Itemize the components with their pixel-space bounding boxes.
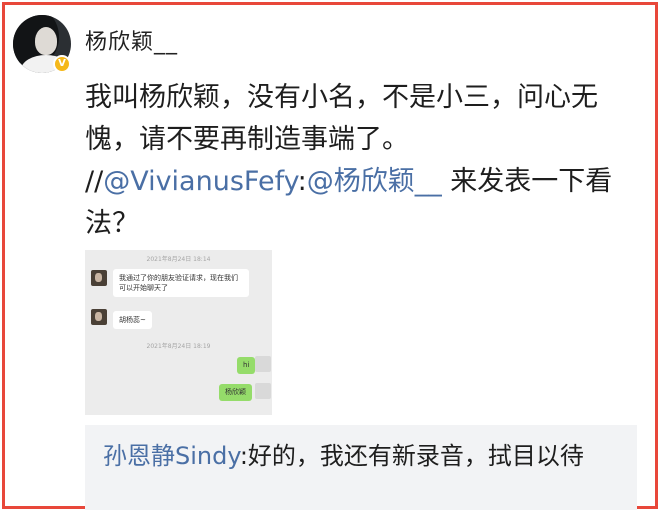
comment-box: 孙恩静Sindy:好的，我还有新录音，拭目以待 (85, 425, 637, 510)
comment-text: 好的，我还有新录音，拭目以待 (247, 442, 584, 470)
chat-timestamp-1: 2021年8月24日 18:14 (146, 256, 211, 263)
post-card: V 杨欣颖__ 我叫杨欣颖，没有小名，不是小三，问心无愧，请不要再制造事端了。 … (2, 2, 658, 510)
chat-contact-avatar (91, 270, 107, 286)
chat-self-avatar-2 (255, 383, 271, 399)
repost-prefix: // (85, 166, 104, 197)
chat-reply-2: 杨欣颖 (219, 384, 252, 401)
chat-reply-1: hi (237, 357, 256, 374)
mention-link-vivianusfefy[interactable]: @VivianusFefy (103, 166, 297, 197)
avatar-face (35, 27, 57, 55)
verified-badge-icon: V (53, 55, 71, 73)
chat-timestamp-2: 2021年8月24日 18:19 (146, 343, 211, 350)
chat-message-1: 我通过了你的朋友验证请求，现在我们可以开始聊天了 (113, 269, 249, 297)
comment-separator: : (239, 442, 248, 470)
post-text-main: 我叫杨欣颖，没有小名，不是小三，问心无愧，请不要再制造事端了。 (85, 82, 598, 155)
embedded-chat-screenshot[interactable]: 2021年8月24日 18:14 我通过了你的朋友验证请求，现在我们可以开始聊天… (85, 250, 272, 415)
post-body: 我叫杨欣颖，没有小名，不是小三，问心无愧，请不要再制造事端了。 //@Vivia… (85, 77, 645, 245)
comment-author-link[interactable]: 孙恩静Sindy (103, 442, 240, 470)
mention-link-self[interactable]: @杨欣颖__ (307, 166, 442, 197)
chat-contact-avatar-2 (91, 309, 107, 325)
comment-text-block: 孙恩静Sindy:好的，我还有新录音，拭目以待 (103, 439, 623, 473)
chat-message-2: 胡杨蕊~ (113, 311, 152, 329)
chat-self-avatar (255, 356, 271, 372)
username[interactable]: 杨欣颖__ (85, 24, 178, 56)
mention-colon: : (297, 166, 307, 197)
